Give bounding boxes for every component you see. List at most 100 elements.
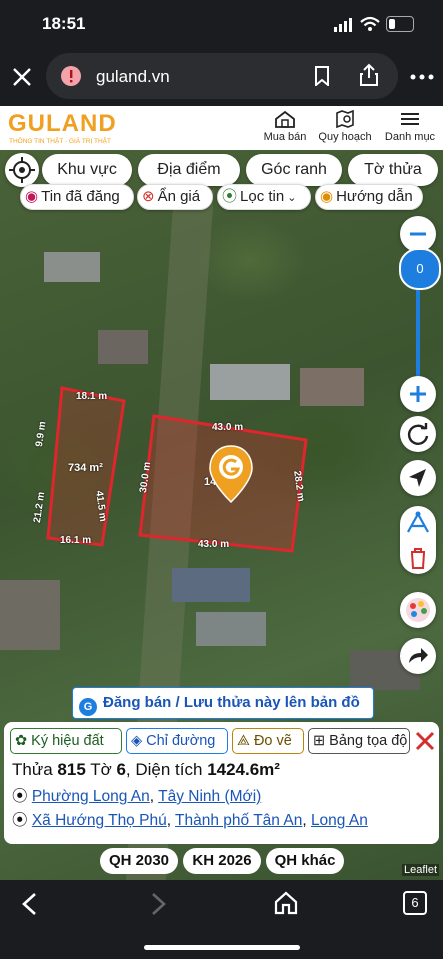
layers-button[interactable] xyxy=(400,592,436,628)
plus-icon xyxy=(410,386,426,402)
share-arrow-icon xyxy=(409,648,428,663)
table-icon: ⊞ xyxy=(313,733,326,749)
area-label: 734 m² xyxy=(68,462,103,474)
address-old: ⦿ Xã Hướng Thọ Phú, Thành phố Tân An, Lo… xyxy=(12,812,368,829)
parcel-info-panel: ✿ Ký hiệu đất ◈ Chỉ đường ⟁ Đo vẽ ⊞ Bảng tọa… xyxy=(4,722,439,844)
filter-to-thua[interactable]: Tờ thửa xyxy=(348,154,438,186)
city-link[interactable]: Thành phố Tân An xyxy=(175,812,302,829)
title-prefix: Thửa xyxy=(12,760,58,779)
guland-badge-icon: G xyxy=(79,698,97,716)
chip-label: Lọc tin xyxy=(240,188,285,205)
close-icon[interactable] xyxy=(414,730,436,752)
house-icon xyxy=(275,110,295,128)
location-marker-icon[interactable] xyxy=(208,444,254,504)
minus-icon xyxy=(410,232,426,236)
kh-2026-button[interactable]: KH 2026 xyxy=(183,848,261,874)
back-icon[interactable] xyxy=(20,892,40,916)
hide-price-icon: ⊗ xyxy=(142,188,155,205)
tag-label: Ký hiệu đất xyxy=(31,733,104,749)
directions-icon: ◈ xyxy=(131,733,143,749)
signal-icon xyxy=(334,18,352,32)
menu-quy-hoach[interactable]: Quy hoạch xyxy=(316,109,374,143)
filter-huong-dan[interactable]: ◉ Hướng dẫn xyxy=(315,184,423,210)
navigation-arrow-icon xyxy=(409,469,426,487)
qh-2030-button[interactable]: QH 2030 xyxy=(100,848,178,874)
leaflet-attribution[interactable]: Leaflet xyxy=(402,864,440,876)
parcel-number: 815 xyxy=(57,760,86,779)
menu-danh-muc[interactable]: Danh mục xyxy=(382,110,438,143)
sheet-prefix: Tờ xyxy=(85,760,117,779)
draw-tools xyxy=(400,506,436,574)
locate-me-button[interactable] xyxy=(5,153,39,187)
chip-label: Ẩn giá xyxy=(157,188,201,205)
bookmark-icon[interactable] xyxy=(314,66,330,86)
chevron-down-icon: ⌄ xyxy=(287,192,297,204)
menu-mua-ban[interactable]: Mua bán xyxy=(262,110,308,143)
dim-label: 18.1 m xyxy=(76,391,108,402)
measure-icon: ⟁ xyxy=(237,733,250,749)
clock: 18:51 xyxy=(42,14,86,33)
forward-icon[interactable] xyxy=(148,892,168,916)
url-text: guland.vn xyxy=(96,67,170,86)
filter-an-gia[interactable]: ⊗ Ẩn giá xyxy=(137,184,213,210)
trash-icon[interactable] xyxy=(400,544,436,572)
palette-icon: ✿ xyxy=(15,733,28,749)
parcel-title: Thửa 815 Tờ 6, Diện tích 1424.6m² xyxy=(12,760,280,780)
status-bar: 18:51 xyxy=(0,0,443,48)
zoom-control[interactable]: 0 xyxy=(399,216,441,412)
refresh-button[interactable] xyxy=(400,416,436,452)
home-icon[interactable] xyxy=(273,890,299,916)
menu-label: Mua bán xyxy=(263,131,307,143)
palette-icon: ◉ xyxy=(25,188,39,205)
filter-dia-diem[interactable]: Địa điểm xyxy=(138,154,240,186)
dim-label: 43.0 m xyxy=(198,539,230,550)
tag-do-ve[interactable]: ⟁ Đo vẽ xyxy=(232,728,304,754)
crosshair-icon xyxy=(9,157,35,183)
measure-draw-icon[interactable] xyxy=(400,508,436,538)
home-indicator xyxy=(144,945,300,950)
area-prefix: , Diện tích xyxy=(125,760,208,779)
tabs-count-button[interactable]: 6 xyxy=(403,891,427,915)
menu-label: Quy hoạch xyxy=(318,131,372,143)
parcel-area: 1424.6m² xyxy=(207,760,280,779)
qh-khac-button[interactable]: QH khác xyxy=(266,848,344,874)
province-link[interactable]: Long An xyxy=(311,812,368,829)
palette-icon xyxy=(406,598,430,622)
dim-label: 16.1 m xyxy=(60,535,92,546)
browser-nav-bar: 6 xyxy=(0,880,443,959)
tag-chi-duong[interactable]: ◈ Chỉ đường xyxy=(126,728,228,754)
commune-link[interactable]: Xã Hướng Thọ Phú xyxy=(32,812,167,829)
post-banner-text: Đăng bán / Lưu thửa này lên bản đồ xyxy=(103,694,360,711)
guide-icon: ◉ xyxy=(320,188,334,205)
logo-tagline: THÔNG TIN THẬT · GIÁ TRỊ THẬT xyxy=(9,138,111,145)
tag-bang-toa-do[interactable]: ⊞ Bảng tọa độ xyxy=(308,728,410,754)
filter-tin-da-dang[interactable]: ◉ Tin đã đăng xyxy=(20,184,134,210)
dim-label: 43.0 m xyxy=(212,422,244,433)
menu-label: Danh mục xyxy=(384,131,436,143)
site-warning-icon xyxy=(61,66,81,86)
ward-link[interactable]: Phường Long An xyxy=(32,788,150,805)
map-pin-icon: ⦿ xyxy=(12,788,28,805)
url-bar[interactable]: guland.vn xyxy=(46,53,398,99)
address-separator: , xyxy=(149,788,159,805)
zoom-level-handle[interactable]: 0 xyxy=(399,248,441,290)
filter-goc-ranh[interactable]: Góc ranh xyxy=(246,154,342,186)
address-new: ⦿ Phường Long An, Tây Ninh (Mới) xyxy=(12,784,261,806)
share-icon[interactable] xyxy=(358,63,380,87)
guland-logo[interactable]: GULAND xyxy=(8,110,117,138)
close-icon[interactable] xyxy=(12,67,32,87)
navigate-button[interactable] xyxy=(400,460,436,496)
filter-khu-vuc[interactable]: Khu vực xyxy=(42,154,132,186)
zoom-in-button[interactable] xyxy=(400,376,436,412)
more-icon[interactable] xyxy=(410,74,434,80)
map-pin-icon: ⦿ xyxy=(12,812,28,829)
site-header: GULAND THÔNG TIN THẬT · GIÁ TRỊ THẬT Mua… xyxy=(0,106,443,150)
refresh-icon xyxy=(407,423,429,445)
share-map-button[interactable] xyxy=(400,638,436,674)
filter-loc-tin[interactable]: ⦿ Lọc tin ⌄ xyxy=(217,184,311,210)
zoom-out-button[interactable] xyxy=(400,216,436,252)
post-listing-banner[interactable]: G Đăng bán / Lưu thửa này lên bản đồ xyxy=(72,687,374,719)
tag-label: Chỉ đường xyxy=(146,733,216,749)
tag-ky-hieu-dat[interactable]: ✿ Ký hiệu đất xyxy=(10,728,122,754)
province-link[interactable]: Tây Ninh (Mới) xyxy=(158,788,261,805)
